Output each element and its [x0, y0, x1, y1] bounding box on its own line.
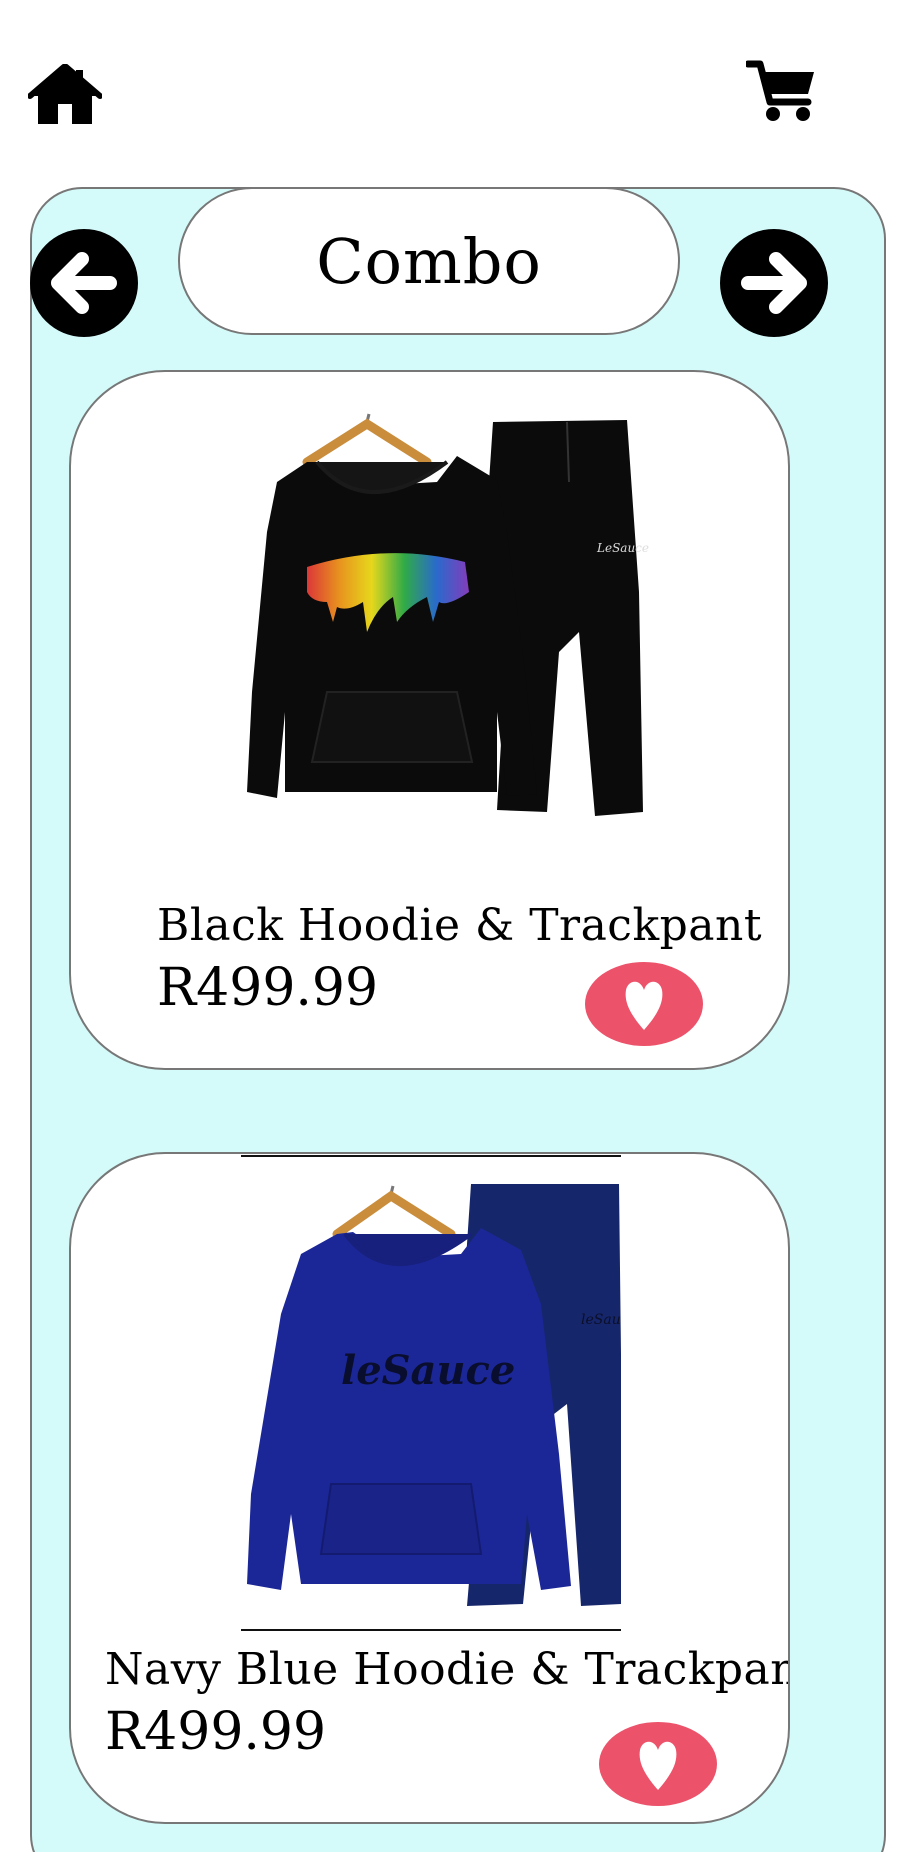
product-name[interactable]: Black Hoodie & Trackpant [157, 900, 762, 951]
category-title: Combo [316, 224, 542, 298]
heart-icon [639, 1741, 677, 1790]
svg-text:leSauce: leSauce [341, 1347, 515, 1394]
product-image-navy-hoodie-trackpant[interactable]: leSauce leSauce [241, 1154, 621, 1632]
favorite-button[interactable] [585, 962, 703, 1046]
product-price: R499.99 [105, 1702, 327, 1762]
shopping-cart-icon[interactable] [744, 60, 816, 124]
arrow-left-icon [51, 252, 117, 314]
favorite-button[interactable] [599, 1722, 717, 1806]
svg-text:leSauce: leSauce [581, 1312, 621, 1328]
product-card[interactable]: leSauce leSauce Navy Blue Hoodie & Track… [69, 1152, 790, 1824]
product-price: R499.99 [157, 958, 379, 1018]
product-image-black-hoodie-trackpant[interactable]: LeSauce [207, 392, 667, 862]
product-name[interactable]: Navy Blue Hoodie & Trackpant [105, 1644, 788, 1695]
heart-icon [625, 981, 663, 1030]
category-header: Combo [178, 187, 680, 335]
arrow-right-icon [741, 252, 807, 314]
product-card[interactable]: LeSauce Black Hoodie & Trackpant R499.99 [69, 370, 790, 1070]
next-category-button[interactable] [720, 229, 828, 337]
prev-category-button[interactable] [30, 229, 138, 337]
svg-text:LeSauce: LeSauce [596, 541, 649, 555]
app-root: Combo LeSauce Black Hoodie & Trackpant R… [0, 0, 920, 1852]
home-icon[interactable] [27, 63, 103, 126]
